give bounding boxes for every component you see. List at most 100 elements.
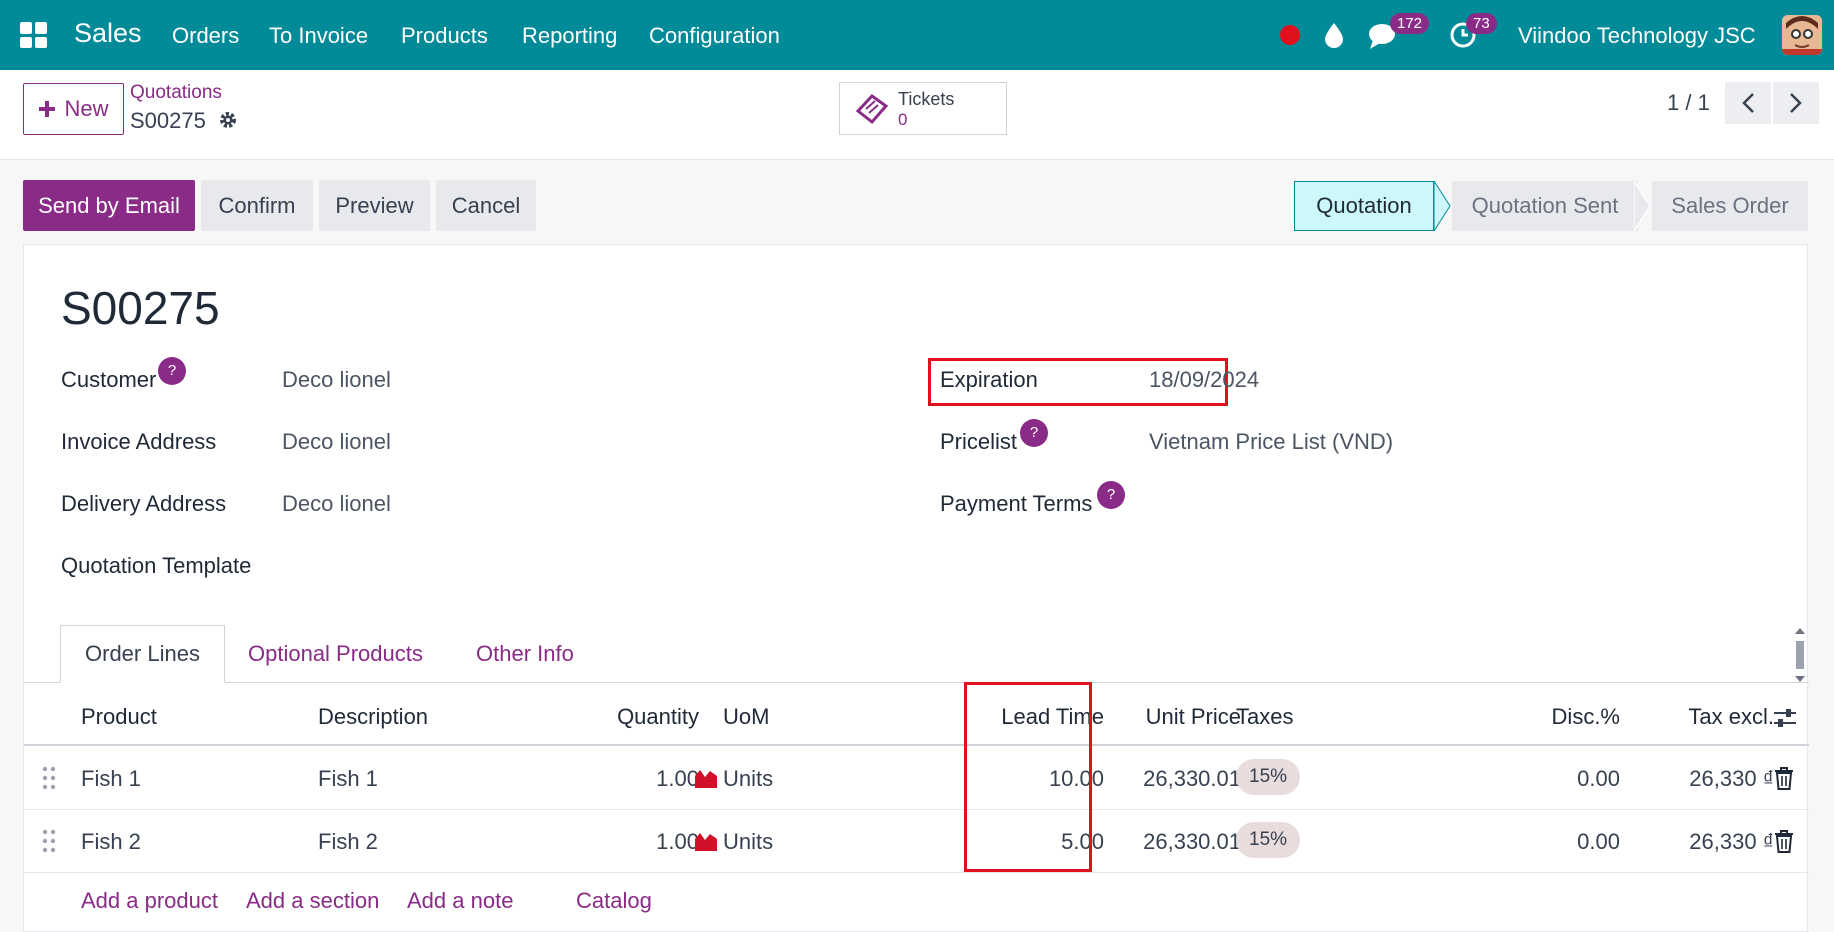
drag-handle-icon[interactable] bbox=[42, 829, 56, 853]
menu-products[interactable]: Products bbox=[401, 23, 488, 49]
cell-product[interactable]: Fish 1 bbox=[81, 766, 141, 792]
tickets-smart-button[interactable]: Tickets 0 bbox=[839, 82, 1007, 135]
col-quantity[interactable]: Quantity bbox=[544, 704, 699, 730]
preview-button[interactable]: Preview bbox=[319, 180, 430, 231]
scrollbar[interactable] bbox=[1794, 627, 1806, 683]
pricelist-field[interactable]: Vietnam Price List (VND) bbox=[1149, 429, 1393, 455]
invoice-address-field[interactable]: Deco lionel bbox=[282, 429, 391, 455]
col-product[interactable]: Product bbox=[81, 704, 157, 730]
form-sheet: S00275 Customer ? Deco lionel Invoice Ad… bbox=[23, 244, 1809, 932]
delivery-address-label: Delivery Address bbox=[61, 491, 227, 516]
payment-terms-help-icon[interactable]: ? bbox=[1097, 481, 1125, 509]
quotation-template-field[interactable] bbox=[282, 553, 842, 581]
cell-unit-price[interactable]: 26,330.01 bbox=[1114, 766, 1241, 792]
forecast-chart-icon[interactable] bbox=[694, 766, 718, 788]
cell-subtotal: 26,330 ₫ bbox=[1689, 766, 1774, 791]
quotation-template-label: Quotation Template bbox=[61, 553, 252, 578]
send-by-email-button[interactable]: Send by Email bbox=[23, 180, 195, 231]
trash-icon[interactable] bbox=[1774, 829, 1794, 853]
cell-subtotal: 26,330 ₫ bbox=[1689, 829, 1774, 854]
apps-grid-icon[interactable] bbox=[20, 22, 47, 48]
customer-field[interactable]: Deco lionel bbox=[282, 367, 391, 393]
cell-quantity[interactable]: 1.00 bbox=[544, 766, 699, 792]
menu-reporting[interactable]: Reporting bbox=[522, 23, 617, 49]
messages-badge: 172 bbox=[1390, 13, 1430, 34]
add-product-link[interactable]: Add a product bbox=[81, 888, 218, 914]
cell-description[interactable]: Fish 1 bbox=[318, 766, 378, 792]
top-navbar: Sales Orders To Invoice Products Reporti… bbox=[0, 0, 1834, 70]
cell-description[interactable]: Fish 2 bbox=[318, 829, 378, 855]
payment-terms-label: Payment Terms bbox=[940, 491, 1093, 516]
forecast-chart-icon[interactable] bbox=[694, 829, 718, 851]
lead-time-highlight bbox=[964, 682, 1092, 872]
customer-help-icon[interactable]: ? bbox=[158, 357, 186, 385]
col-description[interactable]: Description bbox=[318, 704, 428, 730]
add-note-link[interactable]: Add a note bbox=[407, 888, 513, 914]
droplet-icon[interactable] bbox=[1324, 22, 1344, 48]
pager-previous[interactable] bbox=[1725, 82, 1771, 124]
col-discount[interactable]: Disc.% bbox=[1474, 704, 1620, 730]
cell-discount[interactable]: 0.00 bbox=[1474, 766, 1620, 792]
catalog-link[interactable]: Catalog bbox=[576, 888, 652, 914]
menu-to-invoice[interactable]: To Invoice bbox=[269, 23, 368, 49]
trash-icon[interactable] bbox=[1774, 766, 1794, 790]
expiration-label: Expiration bbox=[940, 367, 1038, 392]
stage-quotation-sent[interactable]: Quotation Sent bbox=[1452, 181, 1638, 231]
delivery-address-field[interactable]: Deco lionel bbox=[282, 491, 391, 517]
confirm-button[interactable]: Confirm bbox=[201, 180, 313, 231]
stage-sales-order[interactable]: Sales Order bbox=[1652, 181, 1808, 231]
cell-discount[interactable]: 0.00 bbox=[1474, 829, 1620, 855]
cell-unit-price[interactable]: 26,330.01 bbox=[1114, 829, 1241, 855]
stage-quotation[interactable]: Quotation bbox=[1294, 181, 1434, 231]
cancel-button[interactable]: Cancel bbox=[436, 180, 536, 231]
pricelist-label: Pricelist bbox=[940, 429, 1018, 454]
col-tax-excl[interactable]: Tax excl. bbox=[1644, 704, 1774, 730]
pricelist-help-icon[interactable]: ? bbox=[1020, 419, 1048, 447]
company-switcher[interactable]: Viindoo Technology JSC bbox=[1518, 23, 1756, 49]
tax-tag[interactable]: 15% bbox=[1236, 822, 1301, 858]
record-title: S00275 bbox=[61, 282, 220, 334]
cell-uom[interactable]: Units bbox=[723, 766, 773, 792]
tab-optional-products[interactable]: Optional Products bbox=[248, 625, 423, 683]
expiration-field[interactable]: 18/09/2024 bbox=[1149, 367, 1259, 393]
cell-uom[interactable]: Units bbox=[723, 829, 773, 855]
app-name[interactable]: Sales bbox=[74, 18, 142, 49]
customer-label: Customer bbox=[61, 367, 157, 392]
chevron-left-icon bbox=[1742, 93, 1754, 113]
new-button[interactable]: New bbox=[23, 83, 124, 135]
add-section-link[interactable]: Add a section bbox=[246, 888, 379, 914]
pager-value[interactable]: 1 / 1 bbox=[1667, 90, 1710, 116]
control-panel: New Quotations S00275 Tickets 0 1 / 1 bbox=[0, 70, 1834, 160]
table-row[interactable]: Fish 2 Fish 2 1.00 Units 5.00 26,330.01 … bbox=[24, 810, 1809, 873]
chevron-right-icon bbox=[1790, 93, 1802, 113]
menu-configuration[interactable]: Configuration bbox=[649, 23, 780, 49]
col-taxes[interactable]: Taxes bbox=[1236, 704, 1293, 730]
pager-next[interactable] bbox=[1773, 82, 1819, 124]
avatar[interactable] bbox=[1782, 15, 1822, 55]
cell-quantity[interactable]: 1.00 bbox=[544, 829, 699, 855]
col-unit-price[interactable]: Unit Price bbox=[1114, 704, 1241, 730]
column-settings-icon[interactable] bbox=[1772, 707, 1798, 729]
breadcrumb-current: S00275 bbox=[130, 108, 206, 133]
activities-badge: 73 bbox=[1466, 13, 1497, 34]
record-dot-icon[interactable] bbox=[1280, 25, 1300, 45]
tab-order-lines[interactable]: Order Lines bbox=[60, 625, 225, 683]
gear-icon[interactable] bbox=[218, 110, 238, 130]
plus-icon bbox=[39, 101, 56, 117]
payment-terms-field[interactable] bbox=[1149, 491, 1709, 519]
stage-arrow bbox=[1434, 181, 1451, 231]
breadcrumb-quotations[interactable]: Quotations bbox=[130, 82, 222, 104]
stage-arrow bbox=[1634, 181, 1651, 231]
tickets-count: 0 bbox=[898, 110, 908, 129]
drag-handle-icon[interactable] bbox=[42, 766, 56, 790]
new-button-label: New bbox=[64, 96, 109, 121]
notebook-tabs: Order Lines Optional Products Other Info bbox=[24, 625, 1809, 683]
menu-orders[interactable]: Orders bbox=[172, 23, 239, 49]
cell-product[interactable]: Fish 2 bbox=[81, 829, 141, 855]
tab-other-info[interactable]: Other Info bbox=[476, 625, 574, 683]
ticket-icon bbox=[855, 94, 889, 125]
col-uom[interactable]: UoM bbox=[723, 704, 769, 730]
tax-tag[interactable]: 15% bbox=[1236, 759, 1301, 795]
table-row[interactable]: Fish 1 Fish 1 1.00 Units 10.00 26,330.01… bbox=[24, 747, 1809, 810]
invoice-address-label: Invoice Address bbox=[61, 429, 217, 454]
